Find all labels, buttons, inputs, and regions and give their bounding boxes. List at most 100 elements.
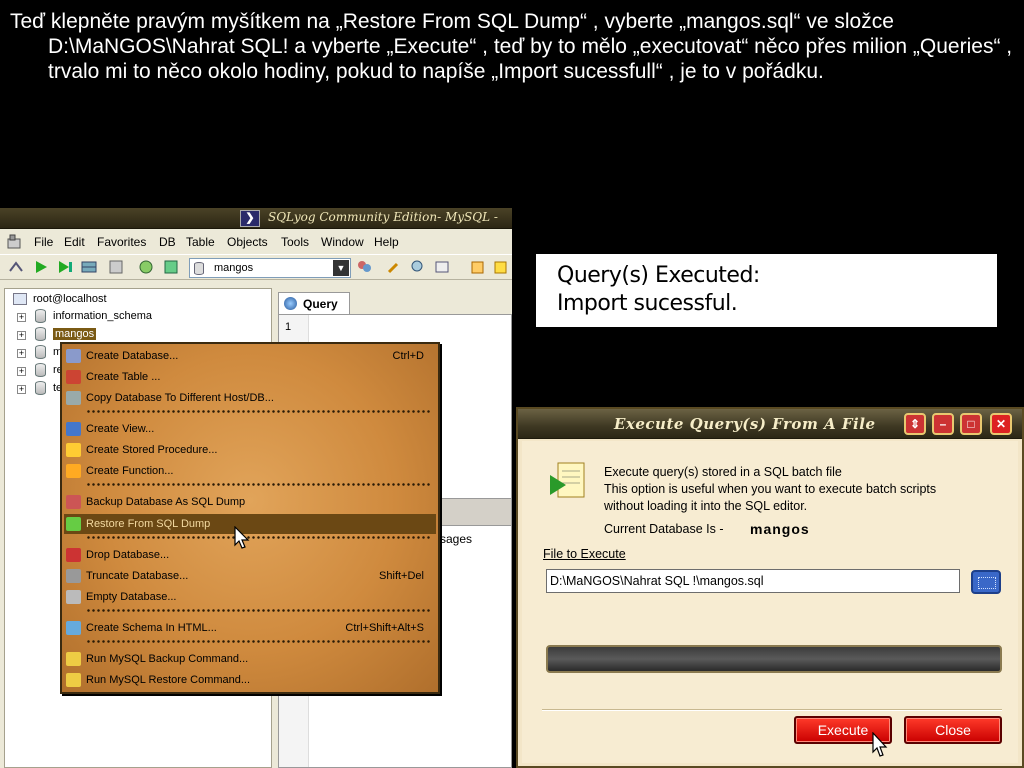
- tree-db-information-schema[interactable]: information_schema: [53, 310, 152, 322]
- refresh-icon[interactable]: [138, 259, 154, 275]
- tree-host[interactable]: root@localhost: [33, 293, 107, 305]
- sqlyog-title: SQLyog Community Edition- MySQL -: [268, 210, 498, 224]
- table-icon[interactable]: [435, 259, 451, 275]
- dialog-desc-3: without loading it into the SQL editor.: [604, 499, 808, 513]
- wrench-icon[interactable]: [386, 259, 402, 275]
- expand-icon[interactable]: +: [17, 367, 26, 376]
- expand-icon[interactable]: +: [17, 331, 26, 340]
- close-icon[interactable]: ✕: [990, 413, 1012, 435]
- rollup-icon[interactable]: ⇕: [904, 413, 926, 435]
- maximize-icon[interactable]: □: [960, 413, 982, 435]
- table-icon: [66, 370, 81, 384]
- menubar: File Edit Favorites DB Table Objects Too…: [0, 232, 512, 252]
- sync-icon[interactable]: [163, 259, 179, 275]
- expand-icon[interactable]: +: [17, 349, 26, 358]
- menu-run-backup-command[interactable]: Run MySQL Backup Command...: [64, 649, 436, 669]
- menu-tools[interactable]: Tools: [281, 235, 309, 249]
- menu-objects[interactable]: Objects: [227, 235, 268, 249]
- tab-query[interactable]: Query: [278, 292, 350, 314]
- drop-icon: [66, 548, 81, 562]
- database-icon: [35, 381, 46, 395]
- dialog-titlebar: Execute Query(s) From A File ⇕ – □ ✕: [518, 409, 1022, 439]
- copy-icon: [66, 391, 81, 405]
- toolbar: mangos ▼: [0, 254, 512, 280]
- file-path-input[interactable]: D:\MaNGOS\Nahrat SQL !\mangos.sql: [546, 569, 960, 593]
- function-icon: [66, 464, 81, 478]
- sqlyog-logo-icon: ❯: [240, 210, 260, 227]
- execute-query-dialog: Execute Query(s) From A File ⇕ – □ ✕ Exe…: [516, 407, 1024, 768]
- menu-window[interactable]: Window: [321, 235, 364, 249]
- menu-create-table[interactable]: Create Table ...: [64, 367, 436, 387]
- database-select[interactable]: mangos ▼: [189, 258, 351, 278]
- import-icon[interactable]: [493, 259, 509, 275]
- menu-create-stored-procedure[interactable]: Create Stored Procedure...: [64, 440, 436, 460]
- execution-progress-bar: [546, 645, 1002, 673]
- database-context-menu: Create Database... Ctrl+D Create Table .…: [60, 342, 440, 694]
- empty-icon: [66, 590, 81, 604]
- menu-restore-from-sql-dump[interactable]: Restore From SQL Dump: [64, 514, 436, 534]
- execute-all-icon[interactable]: [57, 259, 73, 275]
- menu-table[interactable]: Table: [186, 235, 215, 249]
- server-icon: [13, 293, 27, 305]
- menu-create-view[interactable]: Create View...: [64, 419, 436, 439]
- file-to-execute-label: File to Execute: [543, 547, 626, 561]
- menu-separator: [86, 483, 432, 486]
- stop-icon[interactable]: [108, 259, 124, 275]
- sqlyog-titlebar: ❯ SQLyog Community Edition- MySQL -: [0, 208, 512, 229]
- search-icon[interactable]: [410, 259, 426, 275]
- dialog-title: Execute Query(s) From A File: [614, 415, 876, 433]
- execute-icon[interactable]: [33, 259, 49, 275]
- query-icon: [284, 297, 297, 310]
- procedure-icon: [66, 443, 81, 457]
- mouse-cursor-icon: [872, 732, 888, 757]
- close-button[interactable]: Close: [904, 716, 1002, 744]
- database-icon: [35, 327, 46, 341]
- menu-edit[interactable]: Edit: [64, 235, 85, 249]
- menu-copy-database[interactable]: Copy Database To Different Host/DB...: [64, 388, 436, 408]
- executed-line-2: Import sucessful.: [557, 291, 738, 316]
- restore-icon: [66, 517, 81, 531]
- dialog-divider: [542, 709, 1002, 711]
- backup-icon: [66, 495, 81, 509]
- slide-instruction: Teď klepněte pravým myšítkem na „Restore…: [10, 10, 1013, 83]
- menu-file[interactable]: File: [34, 235, 53, 249]
- connect-icon[interactable]: [8, 259, 24, 275]
- export-icon[interactable]: [470, 259, 486, 275]
- browse-button[interactable]: [971, 570, 1001, 594]
- expand-icon[interactable]: +: [17, 385, 26, 394]
- tree-db-mangos[interactable]: mangos: [53, 328, 97, 340]
- view-icon: [66, 422, 81, 436]
- menu-create-function[interactable]: Create Function...: [64, 461, 436, 481]
- expand-icon[interactable]: +: [17, 313, 26, 322]
- restore-command-icon: [66, 673, 81, 687]
- current-db-label: Current Database Is -: [604, 522, 724, 536]
- database-icon: [35, 345, 46, 359]
- menu-separator: [86, 536, 432, 539]
- menu-help[interactable]: Help: [374, 235, 399, 249]
- menu-separator: [86, 410, 432, 413]
- truncate-icon: [66, 569, 81, 583]
- html-icon: [66, 621, 81, 635]
- tab-query-label: Query: [303, 297, 338, 311]
- database-icon: [35, 363, 46, 377]
- menu-run-restore-command[interactable]: Run MySQL Restore Command...: [64, 670, 436, 690]
- menu-separator: [86, 640, 432, 643]
- executed-line-1: Query(s) Executed:: [557, 263, 760, 288]
- menu-create-schema-html[interactable]: Create Schema In HTML... Ctrl+Shift+Alt+…: [64, 618, 436, 638]
- minimize-icon[interactable]: –: [932, 413, 954, 435]
- current-db-value: mangos: [750, 521, 810, 537]
- database-icon: [66, 349, 81, 363]
- grid-icon[interactable]: [81, 259, 97, 275]
- chevron-down-icon[interactable]: ▼: [333, 260, 349, 276]
- menu-favorites[interactable]: Favorites: [97, 235, 146, 249]
- query-executed-box: Query(s) Executed: Import sucessful.: [536, 254, 997, 327]
- dialog-body: Execute query(s) stored in a SQL batch f…: [522, 441, 1018, 763]
- mouse-cursor-icon: [234, 526, 250, 549]
- menu-db[interactable]: DB: [159, 235, 176, 249]
- menu-empty-database[interactable]: Empty Database...: [64, 587, 436, 607]
- menu-truncate-database[interactable]: Truncate Database... Shift+Del: [64, 566, 436, 586]
- menu-backup-database[interactable]: Backup Database As SQL Dump: [64, 492, 436, 512]
- users-icon[interactable]: [356, 259, 372, 275]
- menu-drop-database[interactable]: Drop Database...: [64, 545, 436, 565]
- menu-create-database[interactable]: Create Database... Ctrl+D: [64, 346, 436, 366]
